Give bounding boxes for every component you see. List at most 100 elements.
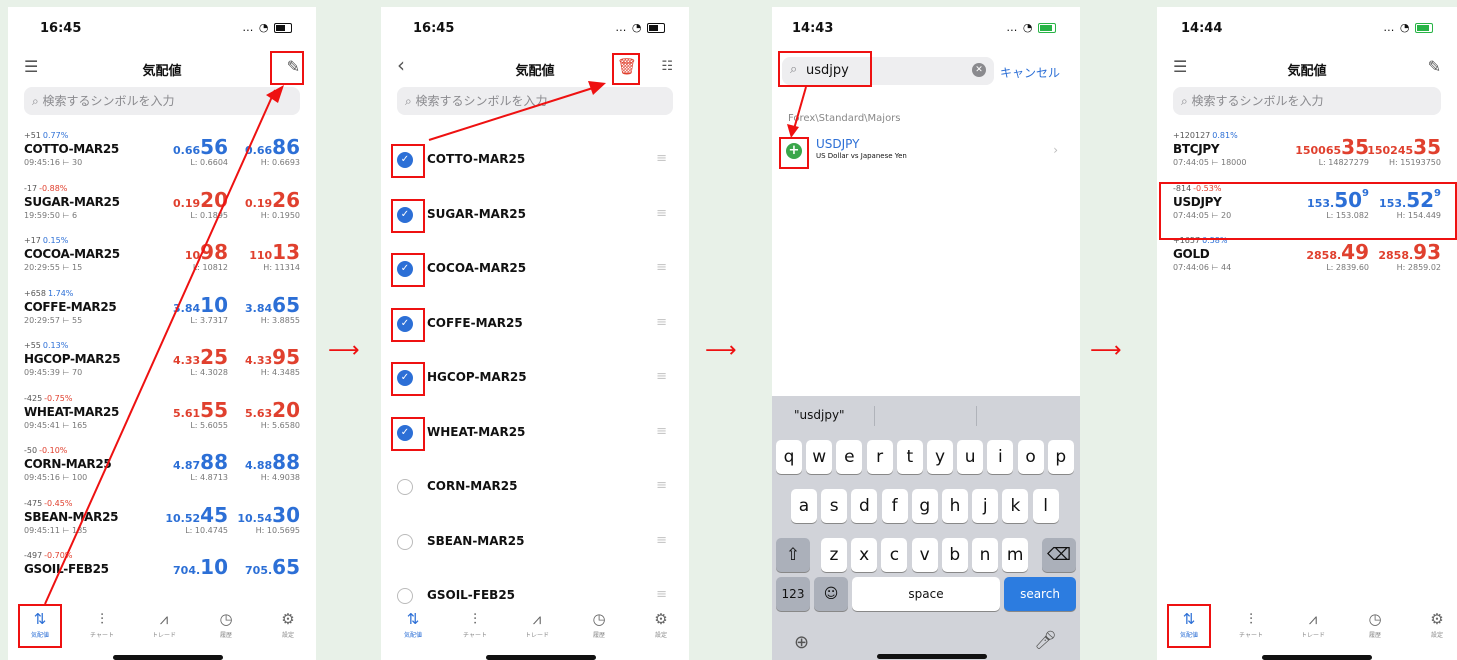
search-placeholder: 検索するシンボルを入力 <box>1191 94 1324 108</box>
microphone-icon[interactable]: 🎤︎ <box>1034 630 1057 651</box>
numbers-key[interactable]: 123 <box>776 577 810 611</box>
key-r[interactable]: r <box>866 440 893 474</box>
key-s[interactable]: s <box>821 489 848 523</box>
tab-label: トレード <box>1300 632 1325 639</box>
status-time: 14:44 <box>1181 21 1223 36</box>
key-w[interactable]: w <box>806 440 833 474</box>
symbol-name: BTCJPY <box>1173 142 1220 156</box>
key-h[interactable]: h <box>942 489 968 523</box>
ask-price: 2858.93 <box>1378 240 1441 264</box>
annotation-arrow <box>428 81 606 141</box>
bid-price: 2858.49 <box>1306 240 1369 264</box>
key-m[interactable]: m <box>1002 538 1029 572</box>
key-f[interactable]: f <box>881 489 908 523</box>
tab-trade[interactable]: ⩘ トレード <box>1293 611 1333 639</box>
ask-prefix: 150245 <box>1367 144 1414 157</box>
settings-icon: ⚙ <box>1430 610 1444 628</box>
suggestion-divider <box>874 406 875 426</box>
quote-row[interactable]: +120127 0.81% BTCJPY 07:44:05 ⊢ 18000 150065… <box>1173 131 1447 183</box>
change-percent: 0.81% <box>1212 131 1238 140</box>
search-input[interactable]: ⌕ 検索するシンボルを入力 <box>1173 87 1441 115</box>
page-title: 気配値 <box>1287 64 1327 79</box>
symbol-name: GOLD <box>1173 247 1210 261</box>
edit-pencil-icon[interactable]: ✎ <box>1428 57 1441 76</box>
spread-value: 44 <box>1221 263 1232 272</box>
home-indicator <box>1262 655 1372 660</box>
low-value: L: 2839.60 <box>1326 263 1369 272</box>
key-p[interactable]: p <box>1047 440 1074 474</box>
backspace-key[interactable]: ⌫ <box>1042 538 1076 572</box>
quote-time: 07:44:06 ⊢ 44 <box>1173 263 1232 272</box>
bid-pips: 35 <box>1341 135 1369 159</box>
high-value: H: 2859.02 <box>1396 263 1441 272</box>
flow-arrow-1: ⟶ <box>328 338 360 363</box>
nav-bar: ☰ 気配値 ✎ <box>1157 55 1457 81</box>
quote-timestamp: 07:44:06 <box>1173 263 1209 272</box>
screen-quotes-result: 14:44 … ◔ ☰ 気配値 ✎ ⌕ 検索するシンボルを入力 +120127 0… <box>1157 7 1457 660</box>
ask-prefix: 2858. <box>1378 249 1414 262</box>
quote-time: 07:44:05 ⊢ 18000 <box>1173 158 1247 167</box>
highlight-quotes-tab <box>1167 604 1211 648</box>
key-b[interactable]: b <box>941 538 968 572</box>
globe-icon[interactable]: ⊕ <box>794 632 809 653</box>
trade-icon: ⩘ <box>1308 610 1318 628</box>
key-d[interactable]: d <box>851 489 878 523</box>
quote-timestamp: 07:44:05 <box>1173 158 1209 167</box>
low-value: L: 14827279 <box>1318 158 1369 167</box>
bid-price: 15006535 <box>1295 135 1369 159</box>
emoji-icon[interactable]: ☺ <box>814 577 848 611</box>
key-z[interactable]: z <box>821 538 847 572</box>
key-g[interactable]: g <box>911 489 938 523</box>
key-e[interactable]: e <box>836 440 863 474</box>
home-indicator <box>877 654 987 659</box>
highlight-usdjpy-row <box>1159 182 1457 240</box>
suggestion-bar: "usdjpy" <box>772 404 1080 430</box>
bid-pips: 49 <box>1341 240 1369 264</box>
key-a[interactable]: a <box>791 489 817 523</box>
change-points: +120127 <box>1173 131 1211 140</box>
key-q[interactable]: q <box>776 440 802 474</box>
change-value: +120127 0.81% <box>1173 131 1238 140</box>
screen-edit-list: 16:45 … ◔ ‹ 気配値 🗑 ☷ ⌕ 検索するシンボルを入力 ✓ COTTO… <box>381 7 689 660</box>
key-k[interactable]: k <box>1002 489 1029 523</box>
tab-label: チャート <box>1239 632 1263 639</box>
screen-quotes-list: 16:45 … ◔ ☰ 気配値 ✎ ⌕ 検索するシンボルを入力 +51 0.77%… <box>8 7 316 660</box>
search-key[interactable]: search <box>1004 577 1076 611</box>
history-icon: ◷ <box>1368 610 1382 628</box>
key-i[interactable]: i <box>987 440 1014 474</box>
high-value: H: 15193750 <box>1389 158 1441 167</box>
shift-key[interactable]: ⇧ <box>776 538 810 572</box>
tab-settings[interactable]: ⚙ 設定 <box>1417 611 1457 639</box>
key-x[interactable]: x <box>851 538 878 572</box>
key-v[interactable]: v <box>911 538 938 572</box>
space-key[interactable]: space <box>852 577 1000 611</box>
bid-prefix: 150065 <box>1295 144 1342 157</box>
chart-icon: ⫶ <box>1249 610 1253 628</box>
tab-chart[interactable]: ⫶ チャート <box>1231 611 1271 639</box>
tab-label: 履歴 <box>1368 632 1381 639</box>
quote-row[interactable]: +1657 0.58% GOLD 07:44:06 ⊢ 44 2858.49 2858.9… <box>1173 236 1447 288</box>
key-o[interactable]: o <box>1017 440 1044 474</box>
key-t[interactable]: t <box>896 440 923 474</box>
status-indicators: … ◔ <box>1383 21 1433 34</box>
key-y[interactable]: y <box>927 440 953 474</box>
ask-price: 15024535 <box>1367 135 1441 159</box>
bid-prefix: 2858. <box>1306 249 1342 262</box>
tab-label: 設定 <box>1430 632 1443 639</box>
spread-value: 18000 <box>1221 158 1247 167</box>
key-l[interactable]: l <box>1032 489 1059 523</box>
ask-pips: 35 <box>1413 135 1441 159</box>
suggestion-item[interactable]: "usdjpy" <box>794 408 845 422</box>
key-j[interactable]: j <box>972 489 999 523</box>
key-u[interactable]: u <box>957 440 984 474</box>
flow-arrow-2: ⟶ <box>705 338 737 363</box>
screen-symbol-search: 14:43 … ◔ ⌕ usdjpy ✕ キャンセル Forex\Standar… <box>772 7 1080 660</box>
flow-arrow-3: ⟶ <box>1090 338 1122 363</box>
tab-history[interactable]: ◷ 履歴 <box>1355 611 1395 639</box>
key-n[interactable]: n <box>972 538 998 572</box>
suggestion-divider <box>976 406 977 426</box>
key-c[interactable]: c <box>881 538 908 572</box>
status-bar: 14:44 … ◔ <box>1157 21 1457 41</box>
annotation-arrow <box>44 85 284 605</box>
keyboard: "usdjpy" qwertyuiop asdfghjkl zxcvbnm ⇧ … <box>772 396 1080 660</box>
